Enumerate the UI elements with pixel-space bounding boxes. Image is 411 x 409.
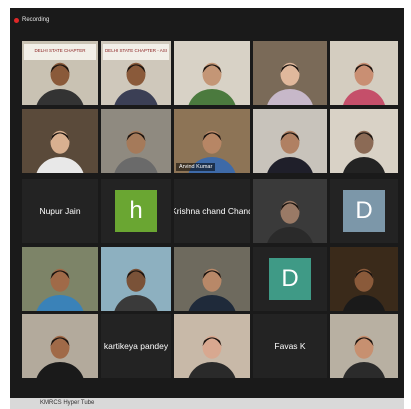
participant-video	[101, 109, 171, 173]
participant-video: DELHI STATE CHAPTER	[22, 41, 98, 105]
recording-label: Recording	[22, 17, 50, 23]
participant-avatar: D	[269, 258, 311, 300]
participant-tile[interactable]: kartikeya pandey	[101, 314, 171, 378]
participant-tile[interactable]	[253, 109, 327, 173]
participant-name: kartikeya pandey	[103, 341, 169, 351]
participant-tile[interactable]	[174, 247, 250, 311]
participant-tile[interactable]	[174, 41, 250, 105]
participant-tile[interactable]	[174, 314, 250, 378]
participant-tile[interactable]	[253, 179, 327, 243]
participant-video	[101, 247, 171, 311]
bottom-taskbar: KMRCS Hyper Tube	[10, 398, 404, 409]
participant-tile[interactable]: DELHI STATE CHAPTER - ASI	[101, 41, 171, 105]
participant-tile[interactable]	[22, 109, 98, 173]
participant-video	[330, 314, 398, 378]
participant-video	[174, 41, 250, 105]
recording-indicator[interactable]: Recording	[14, 14, 49, 26]
participant-tile[interactable]: Nupur Jain	[22, 179, 98, 243]
participant-video	[174, 247, 250, 311]
participant-tile[interactable]: Arvind Kumar	[174, 109, 250, 173]
participant-avatar: h	[115, 190, 157, 232]
participant-video	[174, 314, 250, 378]
participant-tile[interactable]	[330, 247, 398, 311]
participant-video	[330, 41, 398, 105]
participant-video	[253, 41, 327, 105]
participant-tile[interactable]: Krishna chand Chand	[174, 179, 250, 243]
participant-tile[interactable]	[330, 314, 398, 378]
participant-tile[interactable]: D	[330, 179, 398, 243]
meeting-window: DELHI STATE CHAPTER DELHI STATE CHAPTER -…	[10, 8, 404, 398]
participant-tile[interactable]	[253, 41, 327, 105]
banner-text: DELHI STATE CHAPTER	[34, 48, 86, 53]
participant-tile[interactable]: h	[101, 179, 171, 243]
banner-text: DELHI STATE CHAPTER - ASI	[105, 48, 167, 53]
participant-video	[22, 109, 98, 173]
participant-video	[330, 109, 398, 173]
taskbar-label: KMRCS Hyper Tube	[40, 400, 95, 406]
participant-tile[interactable]	[22, 247, 98, 311]
participant-tile[interactable]	[330, 41, 398, 105]
participant-video	[253, 179, 327, 243]
participant-tile[interactable]: D	[253, 247, 327, 311]
participant-video	[22, 314, 98, 378]
participant-tile[interactable]: DELHI STATE CHAPTER	[22, 41, 98, 105]
participant-video	[22, 247, 98, 311]
participant-name: Nupur Jain	[39, 206, 81, 216]
participant-tile[interactable]	[101, 109, 171, 173]
participant-video	[330, 247, 398, 311]
participant-name: Favas K	[274, 341, 306, 351]
recording-dot-icon	[14, 17, 19, 23]
participant-video: DELHI STATE CHAPTER - ASI	[101, 41, 171, 105]
participant-avatar: D	[343, 190, 385, 232]
participant-name: Krishna chand Chand	[174, 206, 250, 216]
participant-tile[interactable]: Favas K	[253, 314, 327, 378]
participant-tile[interactable]	[330, 109, 398, 173]
participant-grid: DELHI STATE CHAPTER DELHI STATE CHAPTER -…	[10, 8, 404, 398]
participant-tile[interactable]	[101, 247, 171, 311]
participant-name-tag: Arvind Kumar	[176, 163, 216, 171]
participant-video	[253, 109, 327, 173]
participant-tile[interactable]	[22, 314, 98, 378]
